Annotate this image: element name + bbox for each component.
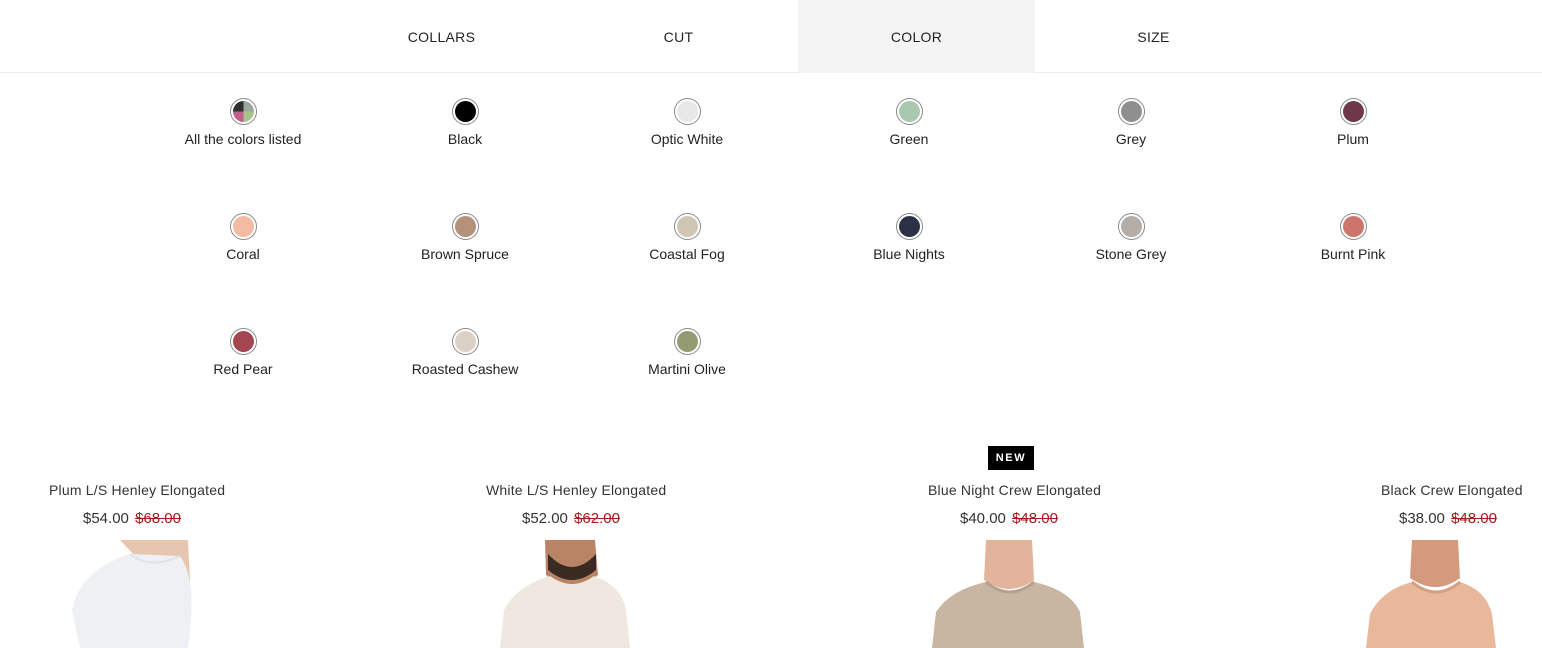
swatch-color-dot	[676, 216, 698, 237]
swatch-color-dot	[232, 331, 254, 352]
swatch-color-dot	[898, 101, 920, 122]
swatch-label: All the colors listed	[184, 131, 302, 147]
color-swatch[interactable]: Roasted Cashew	[354, 328, 576, 443]
swatch-color-dot	[676, 101, 698, 122]
swatch-color-dot	[1120, 216, 1142, 237]
current-price: $54.00	[83, 510, 129, 527]
swatch-label: Burnt Pink	[1320, 246, 1386, 262]
color-swatch[interactable]: Burnt Pink	[1242, 213, 1464, 328]
swatch-ring	[1117, 98, 1145, 125]
swatch-label: Black	[447, 131, 483, 147]
swatch-color-dot	[676, 331, 698, 352]
color-filter-grid: All the colors listed Black Optic White Gre…	[132, 98, 1464, 443]
swatch-label: Plum	[1337, 131, 1369, 147]
original-price: $48.00	[1012, 510, 1058, 527]
swatch-label: Coral	[226, 246, 260, 262]
swatch-label: Red Pear	[213, 361, 273, 377]
product-image-4[interactable]	[1360, 540, 1510, 648]
swatch-ring	[673, 213, 701, 240]
swatch-ring	[895, 213, 923, 240]
color-swatch[interactable]: Coastal Fog	[576, 213, 798, 328]
product-price-2: $52.00 $62.00	[522, 510, 620, 527]
swatch-color-dot	[454, 331, 476, 352]
swatch-label: Grey	[1115, 131, 1147, 147]
product-image-3[interactable]	[920, 540, 1100, 648]
swatch-color-dot	[898, 216, 920, 237]
swatch-color-dot	[232, 216, 254, 237]
current-price: $38.00	[1399, 510, 1445, 527]
swatch-color-dot	[1342, 101, 1364, 122]
product-price-3: $40.00 $48.00	[960, 510, 1058, 527]
product-name-4[interactable]: Black Crew Elongated	[1381, 482, 1523, 498]
swatch-color-dot	[1120, 101, 1142, 122]
swatch-ring	[673, 98, 701, 125]
color-swatch[interactable]: Brown Spruce	[354, 213, 576, 328]
product-price-1: $54.00 $68.00	[83, 510, 181, 527]
color-swatch[interactable]: Martini Olive	[576, 328, 798, 443]
original-price: $48.00	[1451, 510, 1497, 527]
filter-tab-bar: COLLARS CUT COLOR SIZE	[0, 0, 1542, 73]
swatch-ring	[451, 98, 479, 125]
swatch-ring	[229, 213, 257, 240]
swatch-color-dot	[454, 216, 476, 237]
product-name-1[interactable]: Plum L/S Henley Elongated	[49, 482, 225, 498]
tab-cut[interactable]: CUT	[560, 0, 797, 73]
swatch-ring	[229, 328, 257, 355]
product-name-2[interactable]: White L/S Henley Elongated	[486, 482, 666, 498]
swatch-ring	[451, 328, 479, 355]
tab-size[interactable]: SIZE	[1035, 0, 1272, 73]
tab-collars[interactable]: COLLARS	[323, 0, 560, 73]
swatch-label: Roasted Cashew	[411, 361, 519, 377]
swatch-ring	[229, 98, 257, 125]
new-badge: NEW	[988, 446, 1034, 470]
swatch-label: Coastal Fog	[649, 246, 725, 262]
color-swatch[interactable]: Blue Nights	[798, 213, 1020, 328]
color-swatch[interactable]: All the colors listed	[132, 98, 354, 213]
color-swatch[interactable]: Coral	[132, 213, 354, 328]
swatch-label: Stone Grey	[1095, 246, 1167, 262]
original-price: $62.00	[574, 510, 620, 527]
swatch-ring	[1117, 213, 1145, 240]
color-swatch[interactable]: Black	[354, 98, 576, 213]
swatch-color-dot	[232, 101, 254, 122]
color-swatch[interactable]: Optic White	[576, 98, 798, 213]
product-image-1[interactable]	[60, 540, 240, 648]
swatch-label: Green	[889, 131, 929, 147]
product-name-3[interactable]: Blue Night Crew Elongated	[928, 482, 1101, 498]
swatch-label: Brown Spruce	[421, 246, 509, 262]
swatch-label: Optic White	[650, 131, 724, 147]
product-price-4: $38.00 $48.00	[1399, 510, 1497, 527]
color-swatch[interactable]: Green	[798, 98, 1020, 213]
swatch-ring	[895, 98, 923, 125]
color-swatch[interactable]: Plum	[1242, 98, 1464, 213]
original-price: $68.00	[135, 510, 181, 527]
color-swatch[interactable]: Red Pear	[132, 328, 354, 443]
swatch-ring	[451, 213, 479, 240]
swatch-label: Martini Olive	[648, 361, 726, 377]
swatch-color-dot	[454, 101, 476, 122]
swatch-ring	[1339, 98, 1367, 125]
color-swatch[interactable]: Stone Grey	[1020, 213, 1242, 328]
swatch-ring	[673, 328, 701, 355]
swatch-label: Blue Nights	[873, 246, 945, 262]
current-price: $52.00	[522, 510, 568, 527]
tab-color[interactable]: COLOR	[798, 0, 1035, 73]
current-price: $40.00	[960, 510, 1006, 527]
swatch-color-dot	[1342, 216, 1364, 237]
color-swatch[interactable]: Grey	[1020, 98, 1242, 213]
swatch-ring	[1339, 213, 1367, 240]
product-image-2[interactable]	[490, 540, 640, 648]
